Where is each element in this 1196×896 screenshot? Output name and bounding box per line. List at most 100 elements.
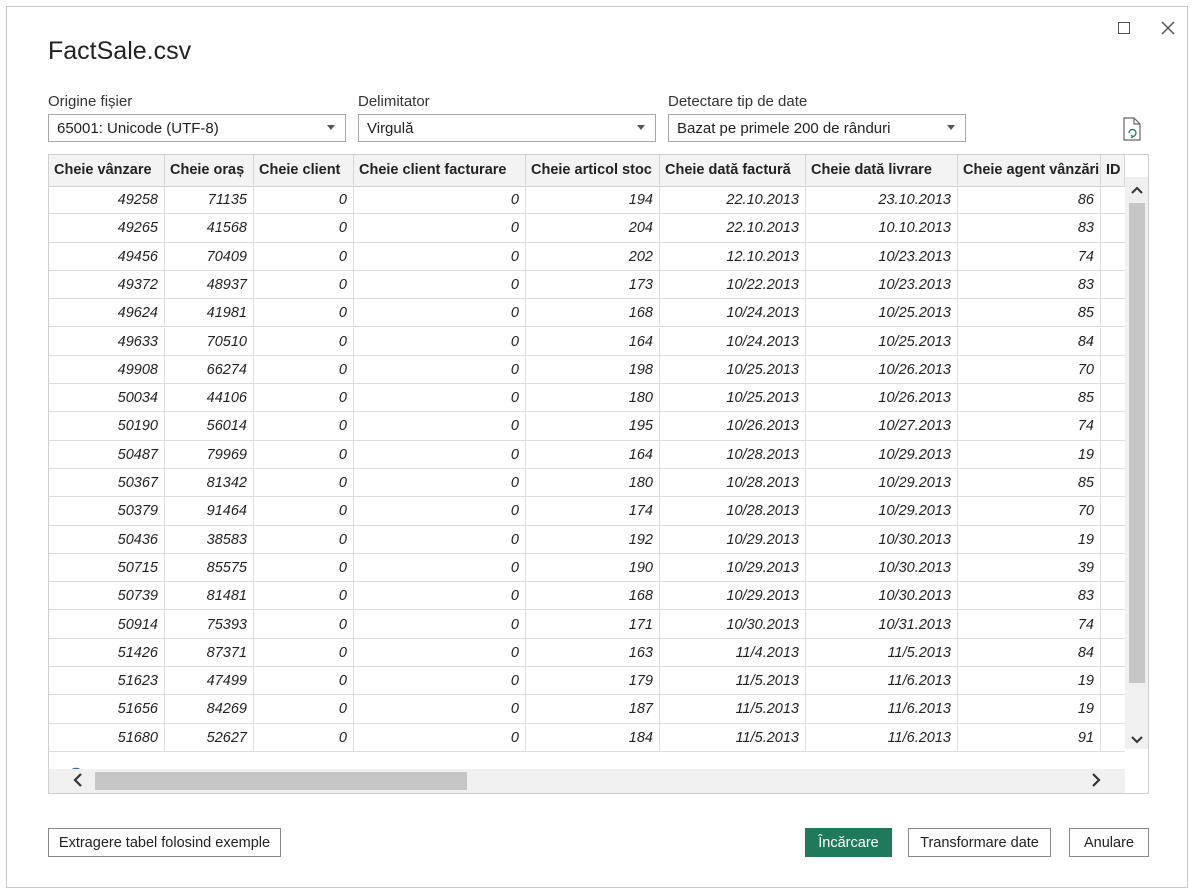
table-cell: 0 [254, 270, 354, 299]
delimiter-select[interactable]: Virgulă [358, 114, 656, 142]
table-cell: 50436 [49, 525, 165, 554]
column-header[interactable]: Cheie agent vânzări [958, 155, 1101, 186]
table-cell: 194 [526, 186, 660, 214]
table-cell: 10/25.2013 [806, 327, 958, 356]
table-cell: 0 [254, 384, 354, 413]
table-cell: 51623 [49, 667, 165, 696]
table-cell: 10/28.2013 [660, 497, 806, 526]
table-cell: 23.10.2013 [806, 186, 958, 214]
data-type-detection-label: Detectare tip de date [668, 93, 808, 110]
table-cell: 163 [526, 638, 660, 667]
table-cell: 83 [958, 582, 1101, 611]
table-cell: 51680 [49, 723, 165, 752]
data-type-detection-select[interactable]: Bazat pe primele 200 de rânduri [668, 114, 966, 142]
refresh-file-icon[interactable] [1122, 117, 1142, 141]
table-cell: 49372 [49, 270, 165, 299]
table-cell: 11/6.2013 [806, 723, 958, 752]
table-row: 49624 41981 0 0 168 10/24.2013 10/25.2013 85 [49, 299, 1125, 328]
table-cell: 190 [526, 553, 660, 582]
horizontal-scroll-thumb[interactable] [95, 772, 467, 790]
table-cell: 10.10.2013 [806, 214, 958, 243]
table-cell: 171 [526, 610, 660, 639]
table-cell: 0 [354, 667, 526, 696]
column-header[interactable]: Cheie dată livrare [806, 155, 958, 186]
table-cell: 204 [526, 214, 660, 243]
chevron-right-icon[interactable] [1089, 772, 1103, 790]
table-cell: 0 [354, 412, 526, 441]
table-cell: 70409 [165, 242, 254, 271]
table-cell: 180 [526, 469, 660, 497]
file-origin-select[interactable]: 65001: Unicode (UTF-8) [48, 114, 346, 142]
table-cell: 85 [958, 469, 1101, 497]
table-cell: 0 [354, 525, 526, 554]
column-header[interactable]: Cheie articol stoc [526, 155, 660, 186]
table-cell: 0 [254, 667, 354, 696]
table-cell: 0 [354, 355, 526, 384]
table-cell: 0 [354, 440, 526, 469]
table-cell: 0 [254, 440, 354, 469]
vertical-scrollbar[interactable] [1125, 177, 1148, 749]
table-cell: 173 [526, 270, 660, 299]
table-cell: 52627 [165, 723, 254, 752]
table-cell: 0 [354, 497, 526, 526]
close-button[interactable] [1157, 17, 1179, 39]
delimiter-value: Virgulă [367, 119, 414, 137]
table-cell: 19 [958, 525, 1101, 554]
table-cell: 0 [354, 582, 526, 611]
table-cell: 10/28.2013 [660, 469, 806, 497]
extract-table-button[interactable]: Extragere tabel folosind exemple [48, 828, 281, 857]
column-header[interactable]: Cheie vânzare [49, 155, 165, 186]
table-row: 51426 87371 0 0 163 11/4.2013 11/5.2013 84 [49, 638, 1125, 668]
chevron-down-icon[interactable] [1131, 733, 1143, 745]
column-header[interactable]: ID [1101, 155, 1125, 186]
table-cell: 0 [354, 638, 526, 667]
table-cell: 10/23.2013 [806, 242, 958, 271]
table-cell: 0 [254, 299, 354, 328]
load-button[interactable]: Încărcare [805, 828, 892, 857]
table-cell: 49908 [49, 355, 165, 384]
table-row: 50487 79969 0 0 164 10/28.2013 10/29.2013 19 [49, 440, 1125, 469]
table-cell: 0 [254, 638, 354, 667]
horizontal-scrollbar[interactable] [49, 769, 1125, 793]
table-cell: 184 [526, 723, 660, 752]
table-cell: 0 [254, 214, 354, 243]
vertical-scroll-thumb[interactable] [1129, 203, 1145, 683]
table-cell: 74 [958, 610, 1101, 639]
table-cell: 198 [526, 355, 660, 384]
cancel-button[interactable]: Anulare [1069, 828, 1149, 857]
table-cell: 49265 [49, 214, 165, 243]
table-cell: 10/29.2013 [806, 469, 958, 497]
table-cell: 91464 [165, 497, 254, 526]
table-cell: 38583 [165, 525, 254, 554]
chevron-left-icon[interactable] [71, 772, 85, 790]
table-cell: 0 [354, 299, 526, 328]
dialog-title: FactSale.csv [48, 37, 192, 65]
chevron-up-icon[interactable] [1131, 183, 1143, 195]
maximize-button[interactable] [1113, 17, 1135, 39]
table-cell: 49258 [49, 186, 165, 214]
table-cell: 10/29.2013 [660, 582, 806, 611]
table-cell: 50367 [49, 469, 165, 497]
table-cell: 10/24.2013 [660, 299, 806, 328]
column-header[interactable]: Cheie dată factură [660, 155, 806, 186]
table-cell: 10/30.2013 [660, 610, 806, 639]
table-cell: 84269 [165, 695, 254, 724]
table-cell: 11/5.2013 [660, 695, 806, 724]
table-cell: 10/30.2013 [806, 582, 958, 611]
table-cell: 49456 [49, 242, 165, 271]
table-cell: 0 [354, 186, 526, 214]
table-cell: 22.10.2013 [660, 214, 806, 243]
table-cell: 48937 [165, 270, 254, 299]
table-cell: 10/28.2013 [660, 440, 806, 469]
column-header[interactable]: Cheie client facturare [354, 155, 526, 186]
table-row: 50436 38583 0 0 192 10/29.2013 10/30.2013 19 [49, 525, 1125, 554]
transform-data-button[interactable]: Transformare date [908, 828, 1051, 857]
column-header[interactable]: Cheie oraș [165, 155, 254, 186]
table-cell: 50914 [49, 610, 165, 639]
table-cell: 0 [354, 610, 526, 639]
table-cell: 202 [526, 242, 660, 271]
import-dialog: FactSale.csv Origine fișier 65001: Unico… [6, 6, 1188, 888]
column-header[interactable]: Cheie client [254, 155, 354, 186]
table-row: 50914 75393 0 0 171 10/30.2013 10/31.2013 74 [49, 610, 1125, 639]
table-cell: 168 [526, 582, 660, 611]
